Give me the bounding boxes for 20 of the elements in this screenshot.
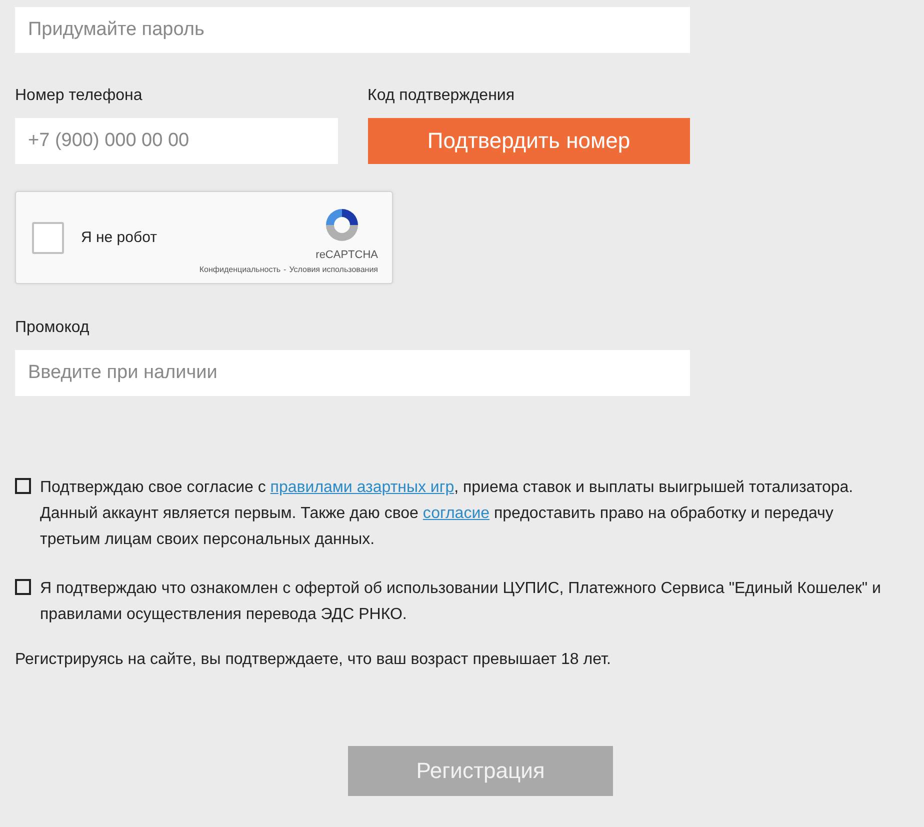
confirm-number-button[interactable]: Подтвердить номер [368, 118, 690, 164]
agreement-checkbox[interactable] [15, 579, 31, 595]
captcha-checkbox[interactable] [32, 222, 64, 254]
phone-field[interactable]: +7 (900) 000 00 00 [15, 118, 338, 164]
terms-link[interactable]: Условия использования [289, 265, 378, 274]
separator: - [284, 265, 286, 274]
agreement-link[interactable]: согласие [422, 505, 490, 522]
agreement-link[interactable]: правилами азартных игр [270, 479, 454, 496]
agreement-text: Я подтверждаю что ознакомлен с офертой об использовании ЦУПИС, Платежного Сервиса "Единый Кошелек" и правилами осуществления перевода ЭДС РНКО. [40, 579, 882, 625]
promo-label: Промокод [15, 319, 90, 337]
promo-field[interactable]: Введите при наличии [15, 350, 690, 396]
agreement-text: Подтверждаю свое согласие с правилами азартных игр, приема ставок и выплаты выигрышей тотализатора. Данный аккаунт является первым. Также даю свое согласие предоставить право на обработку и передачу третьим лицам своих персональных данных. [40, 478, 854, 550]
phone-label: Номер телефона [15, 87, 142, 105]
recaptcha-brand: reCAPTCHA [316, 249, 378, 261]
captcha-label: Я не робот [81, 229, 158, 246]
age-notice: Регистрируясь на сайте, вы подтверждаете, что ваш возраст превышает 18 лет. [15, 651, 612, 669]
privacy-link[interactable]: Конфиденциальность [199, 265, 281, 274]
password-field[interactable]: Придумайте пароль [15, 7, 690, 53]
confirm-label: Код подтверждения [368, 87, 515, 105]
agreement-checkbox[interactable] [15, 478, 31, 494]
